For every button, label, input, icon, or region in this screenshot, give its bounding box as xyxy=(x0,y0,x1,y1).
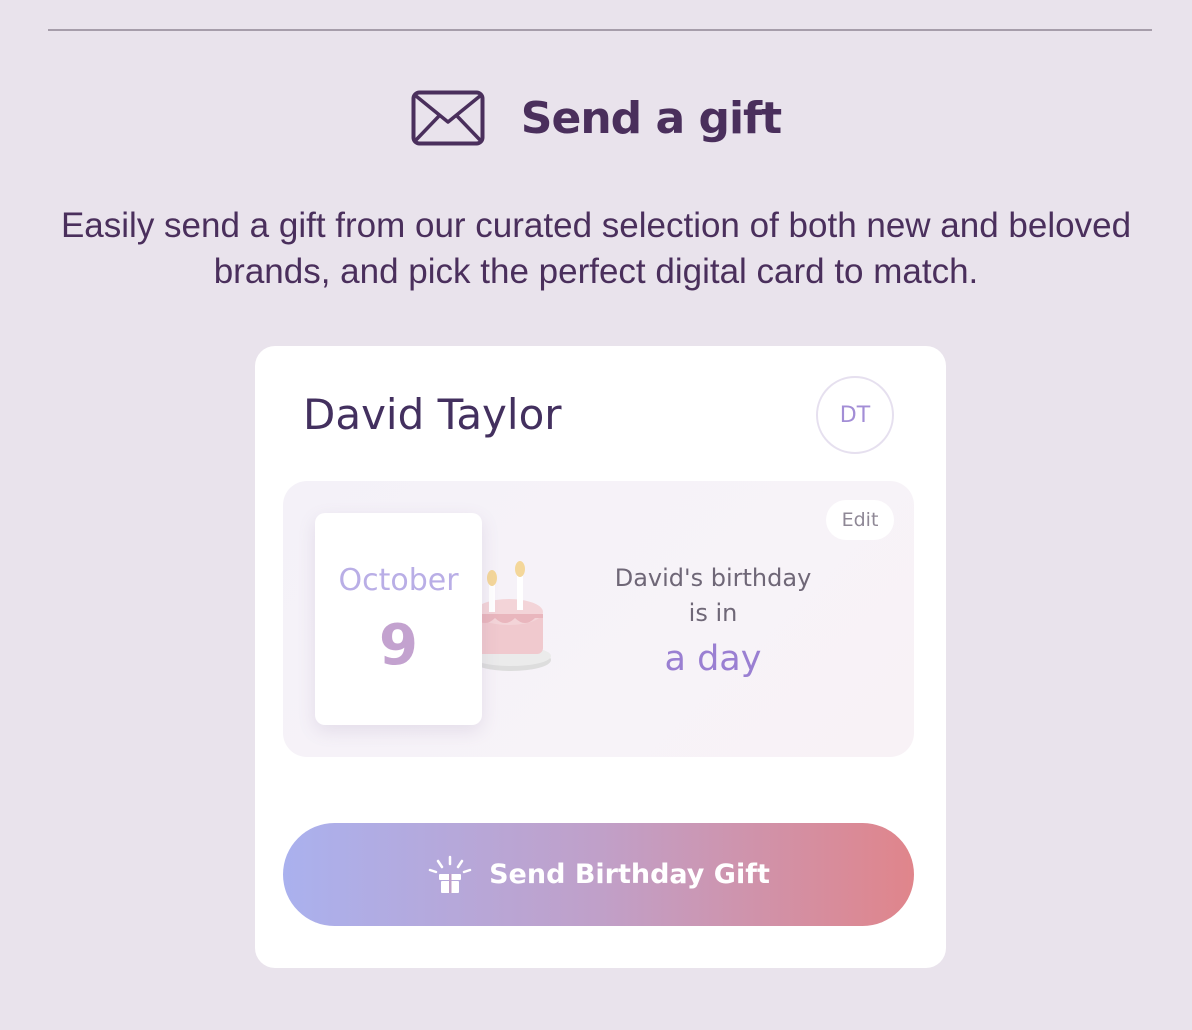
intro-text: Easily send a gift from our curated sele… xyxy=(60,206,1132,291)
date-day: 9 xyxy=(379,613,418,678)
section-title: Send a gift xyxy=(520,92,782,144)
birthday-line-1: David's birthday xyxy=(614,564,812,592)
edit-button[interactable]: Edit xyxy=(826,500,894,540)
envelope-icon xyxy=(411,90,485,146)
birthday-countdown: David's birthday is in a day xyxy=(593,561,833,683)
birthday-when: a day xyxy=(664,639,762,679)
send-birthday-gift-label: Send Birthday Gift xyxy=(489,859,770,890)
section-header: Send a gift xyxy=(0,88,1192,148)
birthday-panel: Edit October 9 David's birthday is in a … xyxy=(283,481,914,757)
date-month: October xyxy=(338,563,459,598)
date-tile: October 9 xyxy=(315,513,482,725)
birthday-card: David Taylor DT Edit October 9 David's b… xyxy=(255,346,946,968)
birthday-line-2: is in xyxy=(688,599,738,627)
send-birthday-gift-button[interactable]: Send Birthday Gift xyxy=(283,823,914,926)
avatar[interactable]: DT xyxy=(816,376,894,454)
top-divider xyxy=(48,29,1152,31)
contact-name: David Taylor xyxy=(303,390,562,439)
gift-icon xyxy=(428,855,472,893)
